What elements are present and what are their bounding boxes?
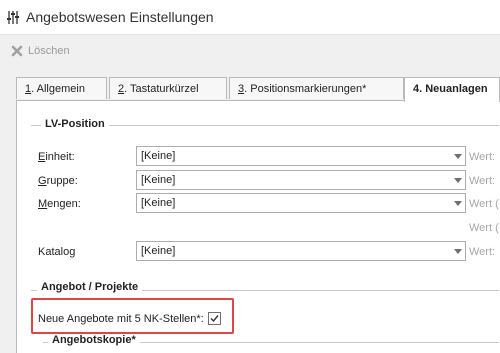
- toolbar: Löschen: [0, 35, 500, 68]
- tab-tastaturkuerzel-label: 2. Tastaturkürzel: [118, 83, 199, 95]
- einheit-value: [Keine]: [141, 150, 176, 162]
- katalog-combo[interactable]: [Keine]: [136, 241, 466, 261]
- tab-neuanlagen[interactable]: 4. Neuanlagen: [404, 77, 500, 102]
- tab-panel-neuanlagen: LV-Position Einheit: [Keine] Wert: Grupp…: [16, 100, 500, 353]
- chevron-down-icon[interactable]: [454, 178, 462, 183]
- einheit-label: Einheit:: [38, 151, 75, 163]
- gruppe-combo[interactable]: [Keine]: [136, 170, 466, 190]
- chevron-down-icon[interactable]: [454, 249, 462, 254]
- nk-stellen-label: Neue Angebote mit 5 NK-Stellen*:: [38, 313, 204, 325]
- gruppe-wert-label: Wert:: [469, 175, 496, 187]
- mengen-wert-label: Wert (: [469, 198, 499, 210]
- tab-tastaturkuerzel[interactable]: 2. Tastaturkürzel: [109, 77, 227, 99]
- angebotskopie-title: Angebotskopie*: [48, 334, 140, 346]
- mengen-combo[interactable]: [Keine]: [136, 193, 466, 213]
- window-title: Angebotswesen Einstellungen: [26, 9, 214, 25]
- gruppe-value: [Keine]: [141, 174, 176, 186]
- chevron-down-icon[interactable]: [454, 201, 462, 206]
- x-icon: [11, 45, 23, 57]
- tab-neuanlagen-label: 4. Neuanlagen: [413, 83, 488, 95]
- einheit-wert-label: Wert:: [469, 151, 496, 163]
- tab-positionsmarkierungen[interactable]: 3. Positionsmarkierungen*: [229, 77, 404, 99]
- tab-allgemein-label: 1. Allgemein: [25, 83, 85, 95]
- angebot-projekte-title: Angebot / Projekte: [37, 281, 143, 293]
- delete-button[interactable]: Löschen: [11, 43, 70, 59]
- tab-positionsmarkierungen-label: 3. Positionsmarkierungen*: [238, 83, 367, 95]
- lv-position-title: LV-Position: [41, 118, 109, 130]
- nk-stellen-checkbox[interactable]: [208, 312, 221, 325]
- tab-strip: 1. Allgemein 2. Tastaturkürzel 3. Positi…: [16, 77, 500, 102]
- delete-label: Löschen: [28, 45, 70, 57]
- mengen-label: Mengen:: [38, 198, 81, 210]
- mengen-value: [Keine]: [141, 197, 176, 209]
- tab-allgemein[interactable]: 1. Allgemein: [16, 77, 107, 99]
- title-bar: Angebotswesen Einstellungen: [0, 0, 500, 35]
- katalog-label: Katalog: [38, 246, 76, 258]
- einheit-combo[interactable]: [Keine]: [136, 146, 466, 166]
- gruppe-label: Gruppe:: [38, 175, 78, 187]
- katalog-wert-label: Wert:: [469, 246, 496, 258]
- sliders-icon: [7, 11, 19, 24]
- chevron-down-icon[interactable]: [454, 154, 462, 159]
- extra-wert-label: Wert (: [469, 222, 499, 234]
- checkmark-icon: [210, 315, 219, 323]
- katalog-value: [Keine]: [141, 245, 176, 257]
